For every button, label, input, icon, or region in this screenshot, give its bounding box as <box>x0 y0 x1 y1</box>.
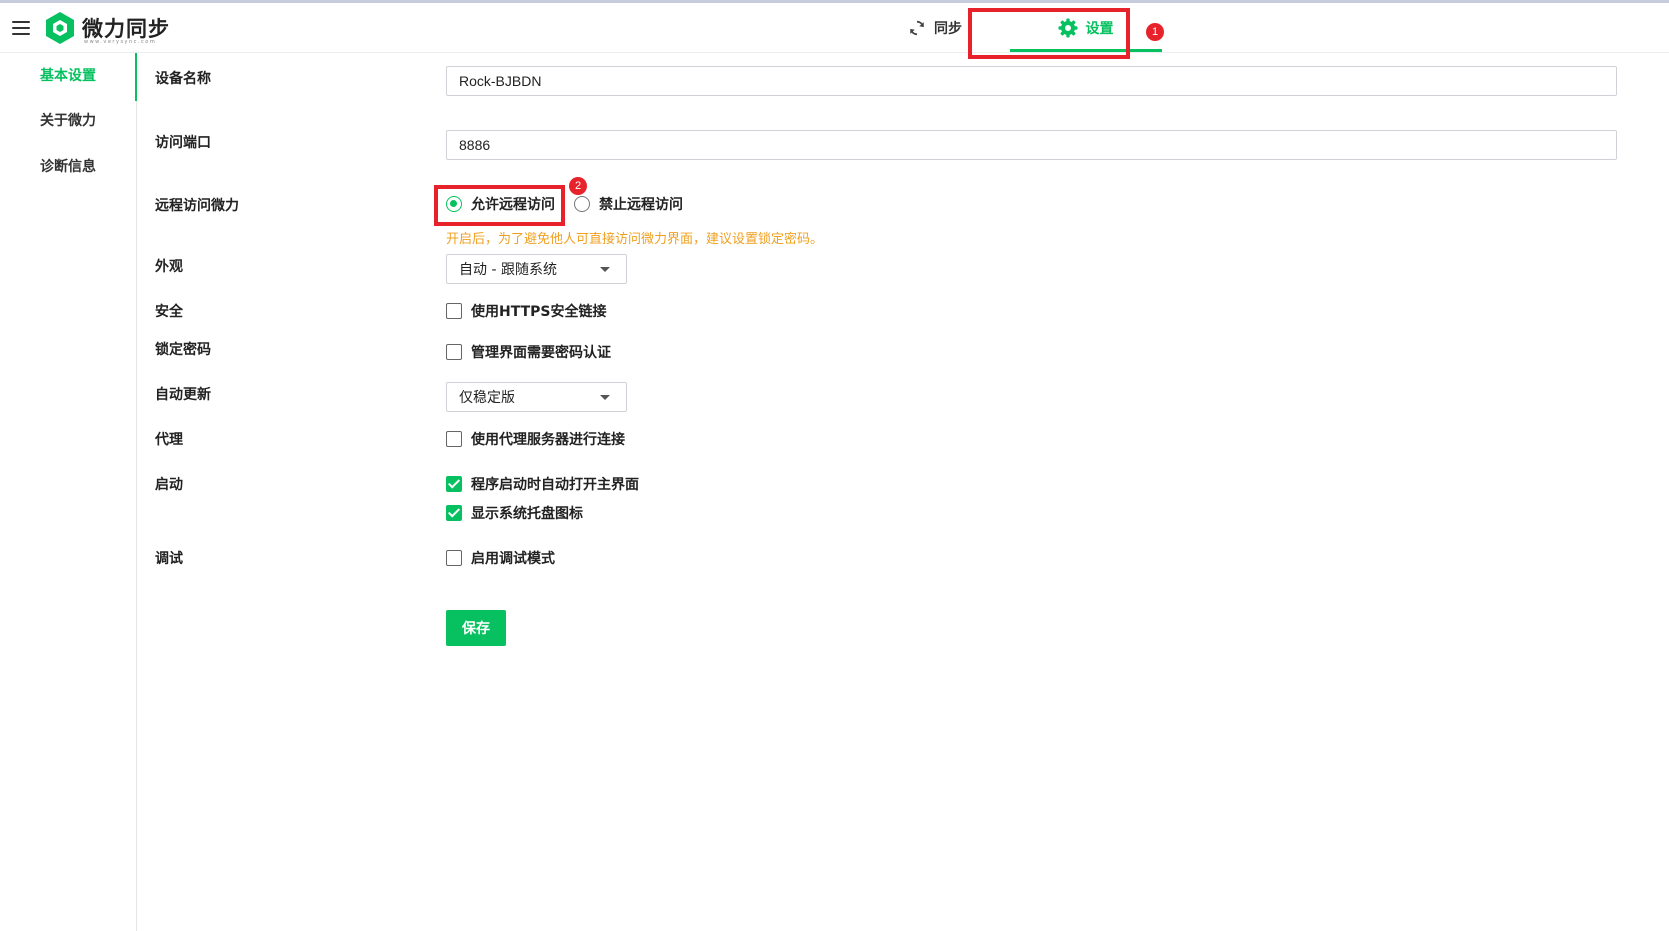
https-checkbox[interactable]: 使用HTTPS安全链接 <box>446 301 606 321</box>
annotation-badge-1: 1 <box>1146 23 1164 41</box>
auto-update-select-value: 仅稳定版 <box>459 390 515 406</box>
sidebar-item-basic-settings[interactable]: 基本设置 <box>40 65 96 85</box>
password-auth-checkbox-label: 管理界面需要密码认证 <box>471 345 611 361</box>
proxy-checkbox[interactable]: 使用代理服务器进行连接 <box>446 429 625 449</box>
auto-update-select[interactable]: 仅稳定版 <box>446 382 627 412</box>
logo-subtext: www.verysync.com <box>84 39 157 45</box>
top-header: 微力同步 www.verysync.com <box>0 3 1669 53</box>
highlight-box-settings <box>968 8 1130 59</box>
device-name-input[interactable] <box>446 66 1617 96</box>
debug-checkbox-box <box>446 550 462 566</box>
port-input[interactable] <box>446 130 1617 160</box>
sidebar-active-indicator <box>135 53 137 101</box>
sync-icon <box>910 20 924 36</box>
radio-deny-label: 禁止远程访问 <box>599 197 683 213</box>
device-name-label: 设备名称 <box>155 71 211 87</box>
proxy-checkbox-label: 使用代理服务器进行连接 <box>471 432 625 448</box>
open-main-checkbox-box <box>446 476 462 492</box>
radio-deny-remote[interactable]: 禁止远程访问 <box>574 194 683 214</box>
open-main-checkbox-label: 程序启动时自动打开主界面 <box>471 477 639 493</box>
debug-checkbox-label: 启用调试模式 <box>471 551 555 567</box>
save-button[interactable]: 保存 <box>446 610 506 646</box>
radio-deny-dot <box>574 196 590 212</box>
sidebar-item-about[interactable]: 关于微力 <box>40 110 96 130</box>
sidebar: 基本设置 关于微力 诊断信息 <box>0 53 137 931</box>
sidebar-item-diagnostics[interactable]: 诊断信息 <box>40 156 96 176</box>
password-auth-checkbox-box <box>446 344 462 360</box>
menu-icon[interactable] <box>12 21 30 35</box>
appearance-label: 外观 <box>155 259 183 275</box>
annotation-badge-2: 2 <box>569 177 587 195</box>
startup-label: 启动 <box>155 477 183 493</box>
tab-sync-label: 同步 <box>934 21 962 37</box>
tray-icon-checkbox[interactable]: 显示系统托盘图标 <box>446 503 583 523</box>
debug-label: 调试 <box>155 551 183 567</box>
security-label: 安全 <box>155 304 183 320</box>
debug-checkbox[interactable]: 启用调试模式 <box>446 548 555 568</box>
logo-hexagon-icon <box>46 12 74 44</box>
remote-access-label: 远程访问微力 <box>155 198 239 214</box>
tab-sync[interactable]: 同步 <box>895 3 975 53</box>
remote-access-hint: 开启后，为了避免他人可直接访问微力界面，建议设置锁定密码。 <box>446 232 824 247</box>
https-checkbox-label: 使用HTTPS安全链接 <box>471 304 607 320</box>
appearance-select-value: 自动 - 跟随系统 <box>459 262 557 278</box>
open-main-checkbox[interactable]: 程序启动时自动打开主界面 <box>446 474 639 494</box>
caret-down-icon <box>600 267 610 272</box>
highlight-box-allow-remote <box>434 185 565 226</box>
tray-icon-checkbox-label: 显示系统托盘图标 <box>471 506 583 522</box>
proxy-checkbox-box <box>446 431 462 447</box>
caret-down-icon <box>600 395 610 400</box>
https-checkbox-box <box>446 303 462 319</box>
auto-update-label: 自动更新 <box>155 387 211 403</box>
port-label: 访问端口 <box>155 135 211 151</box>
appearance-select[interactable]: 自动 - 跟随系统 <box>446 254 627 284</box>
proxy-label: 代理 <box>155 432 183 448</box>
lock-password-label: 锁定密码 <box>155 342 211 358</box>
password-auth-checkbox[interactable]: 管理界面需要密码认证 <box>446 342 611 362</box>
tray-icon-checkbox-box <box>446 505 462 521</box>
